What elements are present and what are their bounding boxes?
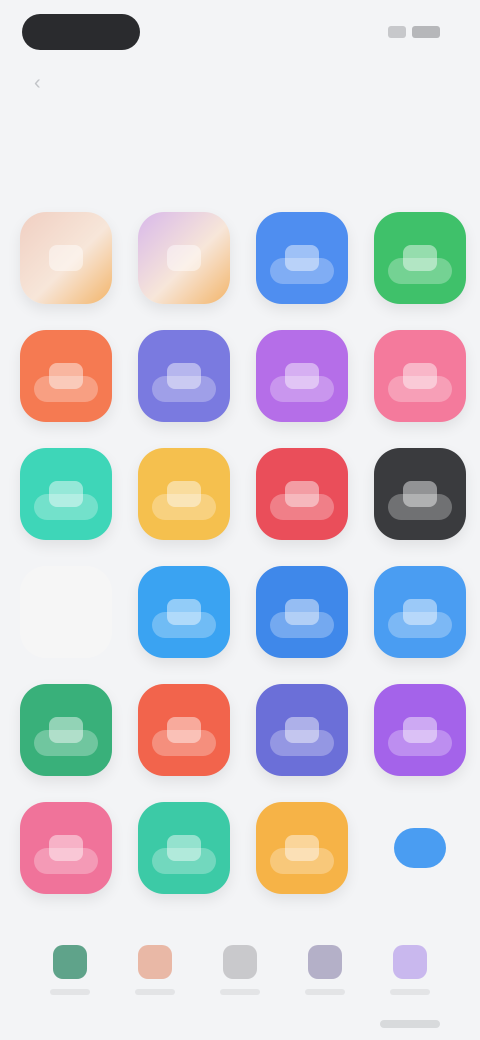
- app-icon: [394, 828, 446, 868]
- tile-highlight: [152, 612, 216, 638]
- signal-icon: [388, 26, 406, 38]
- dock-label: [389, 989, 430, 995]
- app-tile-4-1[interactable]: [20, 566, 112, 658]
- tile-highlight: [270, 258, 334, 284]
- app-tile-5-2[interactable]: [138, 684, 230, 776]
- battery-icon: [412, 26, 440, 38]
- tile-highlight: [34, 848, 98, 874]
- home-indicator: [380, 1020, 440, 1028]
- tile-highlight: [270, 494, 334, 520]
- dock-icon: [138, 945, 173, 979]
- app-tile-5-4[interactable]: [374, 684, 466, 776]
- app-tile-1-2[interactable]: [138, 212, 230, 304]
- app-tile-4-3[interactable]: [256, 566, 348, 658]
- dock-icon: [222, 945, 257, 979]
- dock-icon: [392, 945, 427, 979]
- app-tile-2-4[interactable]: [374, 330, 466, 422]
- app-grid: [20, 212, 468, 894]
- tile-highlight: [388, 612, 452, 638]
- page-title: [22, 138, 282, 178]
- dock-icon: [53, 945, 88, 979]
- app-tile-2-1[interactable]: [20, 330, 112, 422]
- status-bar: [0, 8, 480, 56]
- tile-highlight: [152, 494, 216, 520]
- tile-highlight: [388, 730, 452, 756]
- app-tile-1-1[interactable]: [20, 212, 112, 304]
- app-icon: [167, 245, 201, 271]
- dock-item-3[interactable]: [213, 925, 267, 995]
- dock-item-5[interactable]: [383, 925, 437, 995]
- dock-label: [304, 989, 345, 995]
- dock-item-1[interactable]: [43, 925, 97, 995]
- tile-highlight: [270, 612, 334, 638]
- tile-highlight: [388, 494, 452, 520]
- app-tile-1-4[interactable]: [374, 212, 466, 304]
- dock-label: [219, 989, 260, 995]
- status-pill: [22, 14, 140, 50]
- tile-highlight: [34, 730, 98, 756]
- app-tile-3-1[interactable]: [20, 448, 112, 540]
- app-tile-3-4[interactable]: [374, 448, 466, 540]
- app-tile-6-1[interactable]: [20, 802, 112, 894]
- tile-highlight: [270, 848, 334, 874]
- app-tile-2-3[interactable]: [256, 330, 348, 422]
- dock: [0, 925, 480, 1015]
- back-arrow-icon[interactable]: ‹: [34, 72, 56, 94]
- tile-highlight: [152, 848, 216, 874]
- app-tile-5-1[interactable]: [20, 684, 112, 776]
- tile-highlight: [152, 730, 216, 756]
- status-icons: [388, 24, 446, 40]
- tile-highlight: [388, 258, 452, 284]
- app-tile-4-2[interactable]: [138, 566, 230, 658]
- dock-item-4[interactable]: [298, 925, 352, 995]
- dock-item-2[interactable]: [128, 925, 182, 995]
- app-tile-6-4[interactable]: [374, 802, 466, 894]
- tile-highlight: [152, 376, 216, 402]
- app-tile-5-3[interactable]: [256, 684, 348, 776]
- app-tile-6-3[interactable]: [256, 802, 348, 894]
- app-tile-1-3[interactable]: [256, 212, 348, 304]
- tile-highlight: [270, 730, 334, 756]
- app-icon: [49, 245, 83, 271]
- dock-icon: [307, 945, 342, 979]
- dock-label: [135, 989, 176, 995]
- app-tile-4-4[interactable]: [374, 566, 466, 658]
- app-tile-6-2[interactable]: [138, 802, 230, 894]
- app-library-screen: ‹: [0, 0, 480, 1040]
- tile-highlight: [34, 376, 98, 402]
- app-tile-2-2[interactable]: [138, 330, 230, 422]
- tile-highlight: [34, 494, 98, 520]
- dock-label: [50, 989, 91, 995]
- app-tile-3-2[interactable]: [138, 448, 230, 540]
- tile-highlight: [270, 376, 334, 402]
- tile-highlight: [388, 376, 452, 402]
- app-tile-3-3[interactable]: [256, 448, 348, 540]
